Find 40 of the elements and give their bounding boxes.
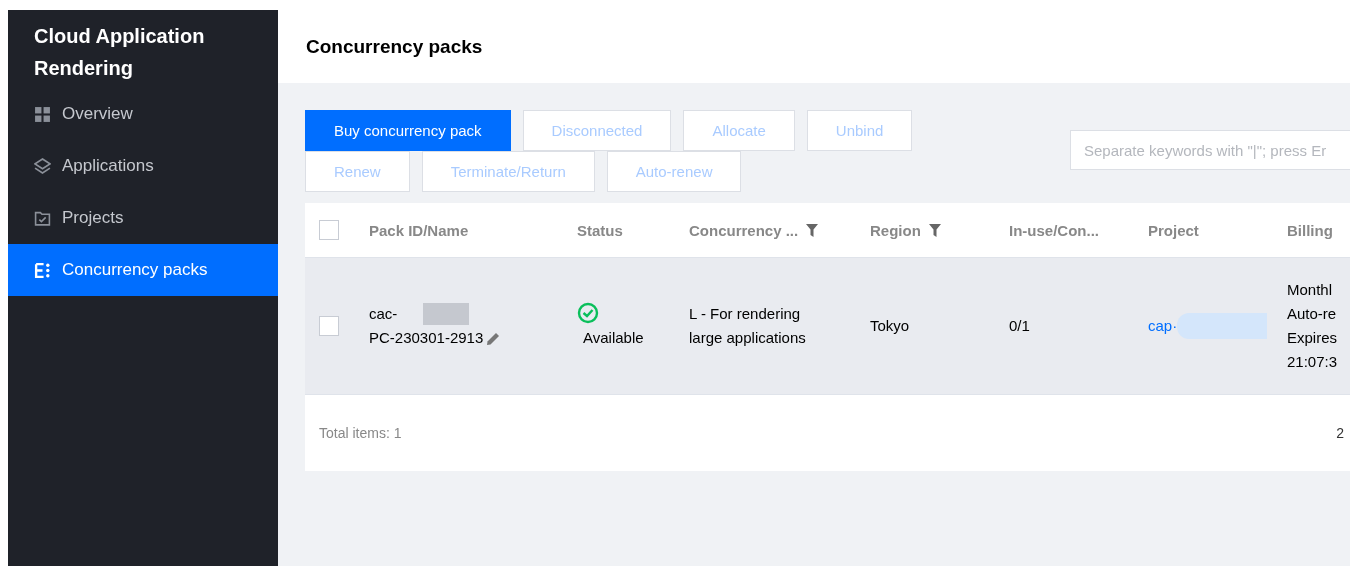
app-title: Cloud Application Rendering: [33, 24, 206, 81]
table-cell-text: Tokyo: [870, 316, 911, 336]
pencil-icon[interactable]: [486, 330, 502, 346]
column-header: In-use/Con...: [1009, 221, 1100, 239]
table-cell-text: large applications: [689, 328, 807, 348]
filter-icon[interactable]: [928, 223, 941, 237]
redacted-block: [423, 303, 470, 325]
table-cell-text: 0/1: [1009, 316, 1031, 336]
layers-icon: [34, 158, 51, 175]
sidebar-item[interactable]: Concurrency packs: [8, 244, 278, 296]
table-cell-text: Monthl: [1287, 280, 1334, 300]
table-cell-text: Auto-re: [1287, 304, 1338, 324]
table-cell-text: 21:07:3: [1287, 352, 1339, 372]
folder-check-icon: [34, 210, 51, 227]
pack-name: PC-230301-2913: [369, 328, 484, 348]
pack-id: cac-: [369, 304, 398, 324]
list-icon: [34, 262, 51, 279]
checkbox[interactable]: [319, 316, 339, 336]
page-title: Concurrency packs: [306, 35, 483, 58]
grid-icon: [34, 106, 51, 123]
page-size: 2: [1336, 425, 1344, 441]
total-items: Total items: 1: [319, 425, 402, 441]
column-header: Project: [1148, 221, 1200, 239]
column-header: Billing: [1287, 221, 1334, 239]
toolbar-button[interactable]: Buy concurrency pack: [305, 110, 511, 151]
checkbox[interactable]: [319, 220, 339, 240]
search-field[interactable]: Separate keywords with "|"; press Er: [1070, 130, 1350, 170]
column-header: Concurrency ...: [689, 221, 870, 239]
sidebar-item[interactable]: Applications: [8, 140, 278, 192]
status-text: Available: [583, 328, 644, 348]
filter-icon[interactable]: [806, 223, 819, 237]
sidebar-item[interactable]: Overview: [8, 88, 278, 140]
column-header: Pack ID/Name: [369, 221, 470, 239]
column-header: Status: [577, 221, 624, 239]
table-cell-text: Expires: [1287, 328, 1339, 348]
project-link[interactable]: cap·: [1148, 314, 1178, 338]
check-circle-icon: [577, 302, 599, 324]
table-cell-text: L - For rendering: [689, 304, 802, 324]
column-header: Region: [870, 221, 1009, 239]
sidebar-item[interactable]: Projects: [8, 192, 278, 244]
